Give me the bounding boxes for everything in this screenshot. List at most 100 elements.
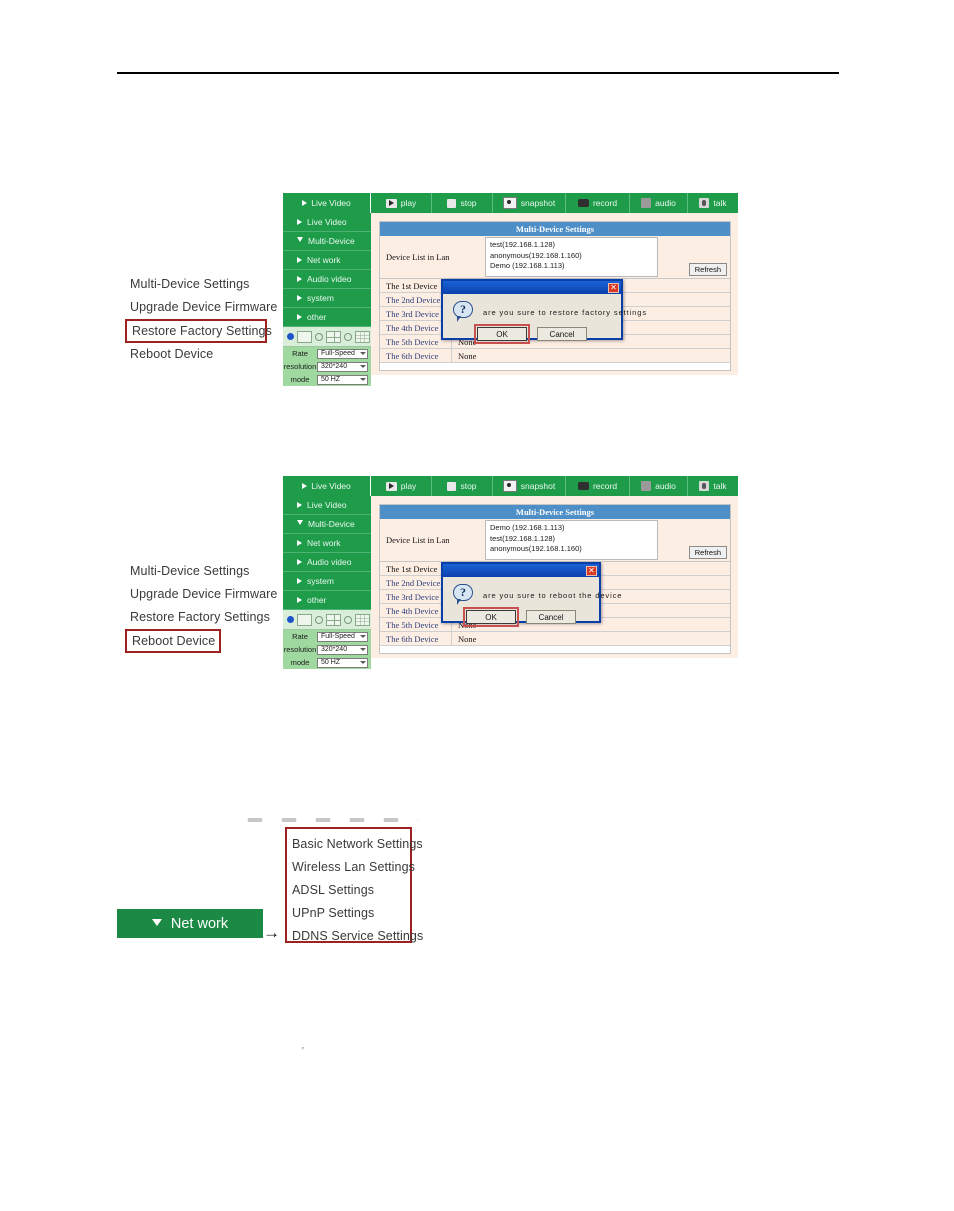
chevron-down-icon <box>360 661 366 664</box>
resolution-label: resolution <box>283 362 317 371</box>
annotation-item-reboot-device[interactable]: Reboot Device <box>125 343 277 366</box>
dialog-ok-button-1[interactable]: OK <box>474 324 530 344</box>
chevron-right-icon <box>297 578 302 584</box>
dialog-cancel-button-1[interactable]: Cancel <box>537 327 587 341</box>
annotation-item-multi-device-settings[interactable]: Multi-Device Settings <box>125 273 277 296</box>
toolbar-snapshot-1[interactable]: snapshot <box>493 193 566 213</box>
annotation-item-upgrade-device-firmware-2[interactable]: Upgrade Device Firmware <box>125 583 277 606</box>
rate-select[interactable]: Full-Speed <box>317 348 368 359</box>
toolbar-live-video-2[interactable]: Live Video <box>283 476 371 496</box>
resolution-select-2[interactable]: 320*240 <box>317 644 368 655</box>
device-list-box-2[interactable]: Demo (192.168.1.113) test(192.168.1.128)… <box>485 520 658 560</box>
sidebar-item-live-video[interactable]: Live Video <box>283 213 371 232</box>
device-list-box-1[interactable]: test(192.168.1.128) anonymous(192.168.1.… <box>485 237 658 277</box>
sidebar-item-system[interactable]: system <box>283 289 371 308</box>
quad-view-radio-icon[interactable] <box>315 332 323 341</box>
annotation-item-restore-factory-settings-2[interactable]: Restore Factory Settings <box>125 606 277 629</box>
network-menu-item-adsl-settings[interactable]: ADSL Settings <box>287 879 410 902</box>
rate-label: Rate <box>292 349 308 358</box>
layout-control-bar-1[interactable] <box>283 327 371 347</box>
toolbar-snapshot-2[interactable]: snapshot <box>493 476 566 496</box>
toolbar-stop-1[interactable]: stop <box>432 193 493 213</box>
network-menu-item-basic-network-settings[interactable]: Basic Network Settings <box>287 833 423 856</box>
toolbar-label: talk <box>713 481 727 491</box>
dialog-ok-button-2[interactable]: OK <box>463 607 519 627</box>
dialog-cancel-button-2[interactable]: Cancel <box>526 610 576 624</box>
toolbar-audio-1[interactable]: audio <box>630 193 688 213</box>
table-row: The 6th Device None <box>380 349 730 363</box>
device-list-entry: anonymous(192.168.1.160) <box>490 544 582 553</box>
network-menu-item-wireless-lan-settings[interactable]: Wireless Lan Settings <box>287 856 415 879</box>
sidebar-item-other[interactable]: other <box>283 308 371 327</box>
table-row: The 6th Device None <box>380 632 730 646</box>
network-menu-item-upnp-settings[interactable]: UPnP Settings <box>287 902 410 925</box>
mode-row-2: mode 50 HZ <box>283 656 371 669</box>
chevron-down-icon <box>360 648 366 651</box>
toolbar-talk-2[interactable]: talk <box>688 476 738 496</box>
sidebar-item-net-work-2[interactable]: Net work <box>283 534 371 553</box>
dialog-message-1: are you sure to restore factory settings <box>483 307 647 317</box>
sidebar-item-label: system <box>307 293 334 303</box>
close-icon[interactable]: ✕ <box>586 565 597 576</box>
toolbar-play-2[interactable]: play <box>371 476 432 496</box>
rate-select-2[interactable]: Full-Speed <box>317 631 368 642</box>
toolbar-label: Live Video <box>311 481 351 491</box>
toolbar-record-2[interactable]: record <box>566 476 630 496</box>
quad-view-radio-icon[interactable] <box>315 615 323 624</box>
nine-view-icon[interactable] <box>355 330 370 343</box>
nine-view-icon[interactable] <box>355 613 370 626</box>
annotation-item-multi-device-settings-2[interactable]: Multi-Device Settings <box>125 560 277 583</box>
arrow-right-icon: → <box>263 923 280 942</box>
layout-control-bar-2[interactable] <box>283 610 371 630</box>
mode-select-2[interactable]: 50 HZ <box>317 657 368 668</box>
single-view-selected-icon[interactable] <box>287 333 294 340</box>
toolbar-record-1[interactable]: record <box>566 193 630 213</box>
refresh-button-1[interactable]: Refresh <box>688 263 727 276</box>
device-row-label[interactable]: The 6th Device <box>380 349 452 362</box>
network-menu-item-ddns-service-settings[interactable]: DDNS Service Settings <box>287 925 423 948</box>
resolution-select[interactable]: 320*240 <box>317 361 368 372</box>
annotation-item-reboot-device-2[interactable]: Reboot Device <box>125 629 221 653</box>
mode-select[interactable]: 50 HZ <box>317 374 368 385</box>
device-list-entry: Demo (192.168.1.113) <box>490 261 565 270</box>
mode-value: 50 HZ <box>321 659 341 666</box>
annotation-item-restore-factory-settings[interactable]: Restore Factory Settings <box>125 319 272 343</box>
single-view-selected-icon[interactable] <box>287 616 294 623</box>
sidebar-item-multi-device-2[interactable]: Multi-Device <box>283 515 371 534</box>
single-view-icon[interactable] <box>297 330 312 343</box>
quad-view-icon[interactable] <box>326 330 341 343</box>
chevron-right-icon <box>297 257 302 263</box>
sidebar-item-other-2[interactable]: other <box>283 591 371 610</box>
sidebar-item-system-2[interactable]: system <box>283 572 371 591</box>
sidebar-item-live-video-2[interactable]: Live Video <box>283 496 371 515</box>
sidebar-item-multi-device[interactable]: Multi-Device <box>283 232 371 251</box>
toolbar-label: Live Video <box>311 198 351 208</box>
camera-ui-screenshot-1: Live Video play stop snapshot record aud… <box>283 193 738 386</box>
nine-view-radio-icon[interactable] <box>344 615 352 624</box>
sidebar-item-audio-video[interactable]: Audio video <box>283 270 371 289</box>
dialog-titlebar-1: ✕ <box>443 281 621 294</box>
toolbar-audio-2[interactable]: audio <box>630 476 688 496</box>
device-row-label[interactable]: The 6th Device <box>380 632 452 645</box>
quad-view-icon[interactable] <box>326 613 341 626</box>
toolbar-stop-2[interactable]: stop <box>432 476 493 496</box>
audio-icon <box>641 198 652 208</box>
toolbar-talk-1[interactable]: talk <box>688 193 738 213</box>
sidebar-item-label: Live Video <box>307 500 347 510</box>
chevron-right-icon <box>297 540 302 546</box>
dialog-body-2: ? are you sure to reboot the device <box>443 577 621 608</box>
chevron-down-icon <box>297 237 303 245</box>
sidebar-item-label: Net work <box>307 255 341 265</box>
nine-view-radio-icon[interactable] <box>344 332 352 341</box>
annotation-item-upgrade-device-firmware[interactable]: Upgrade Device Firmware <box>125 296 277 319</box>
close-icon[interactable]: ✕ <box>608 282 619 293</box>
net-work-button[interactable]: Net work <box>117 909 263 938</box>
faint-dotted-artifact <box>238 818 418 822</box>
toolbar-live-video-1[interactable]: Live Video <box>283 193 371 213</box>
single-view-icon[interactable] <box>297 613 312 626</box>
sidebar-item-audio-video-2[interactable]: Audio video <box>283 553 371 572</box>
sidebar-item-label: Audio video <box>307 557 352 567</box>
refresh-button-2[interactable]: Refresh <box>688 546 727 559</box>
toolbar-play-1[interactable]: play <box>371 193 432 213</box>
sidebar-item-net-work[interactable]: Net work <box>283 251 371 270</box>
